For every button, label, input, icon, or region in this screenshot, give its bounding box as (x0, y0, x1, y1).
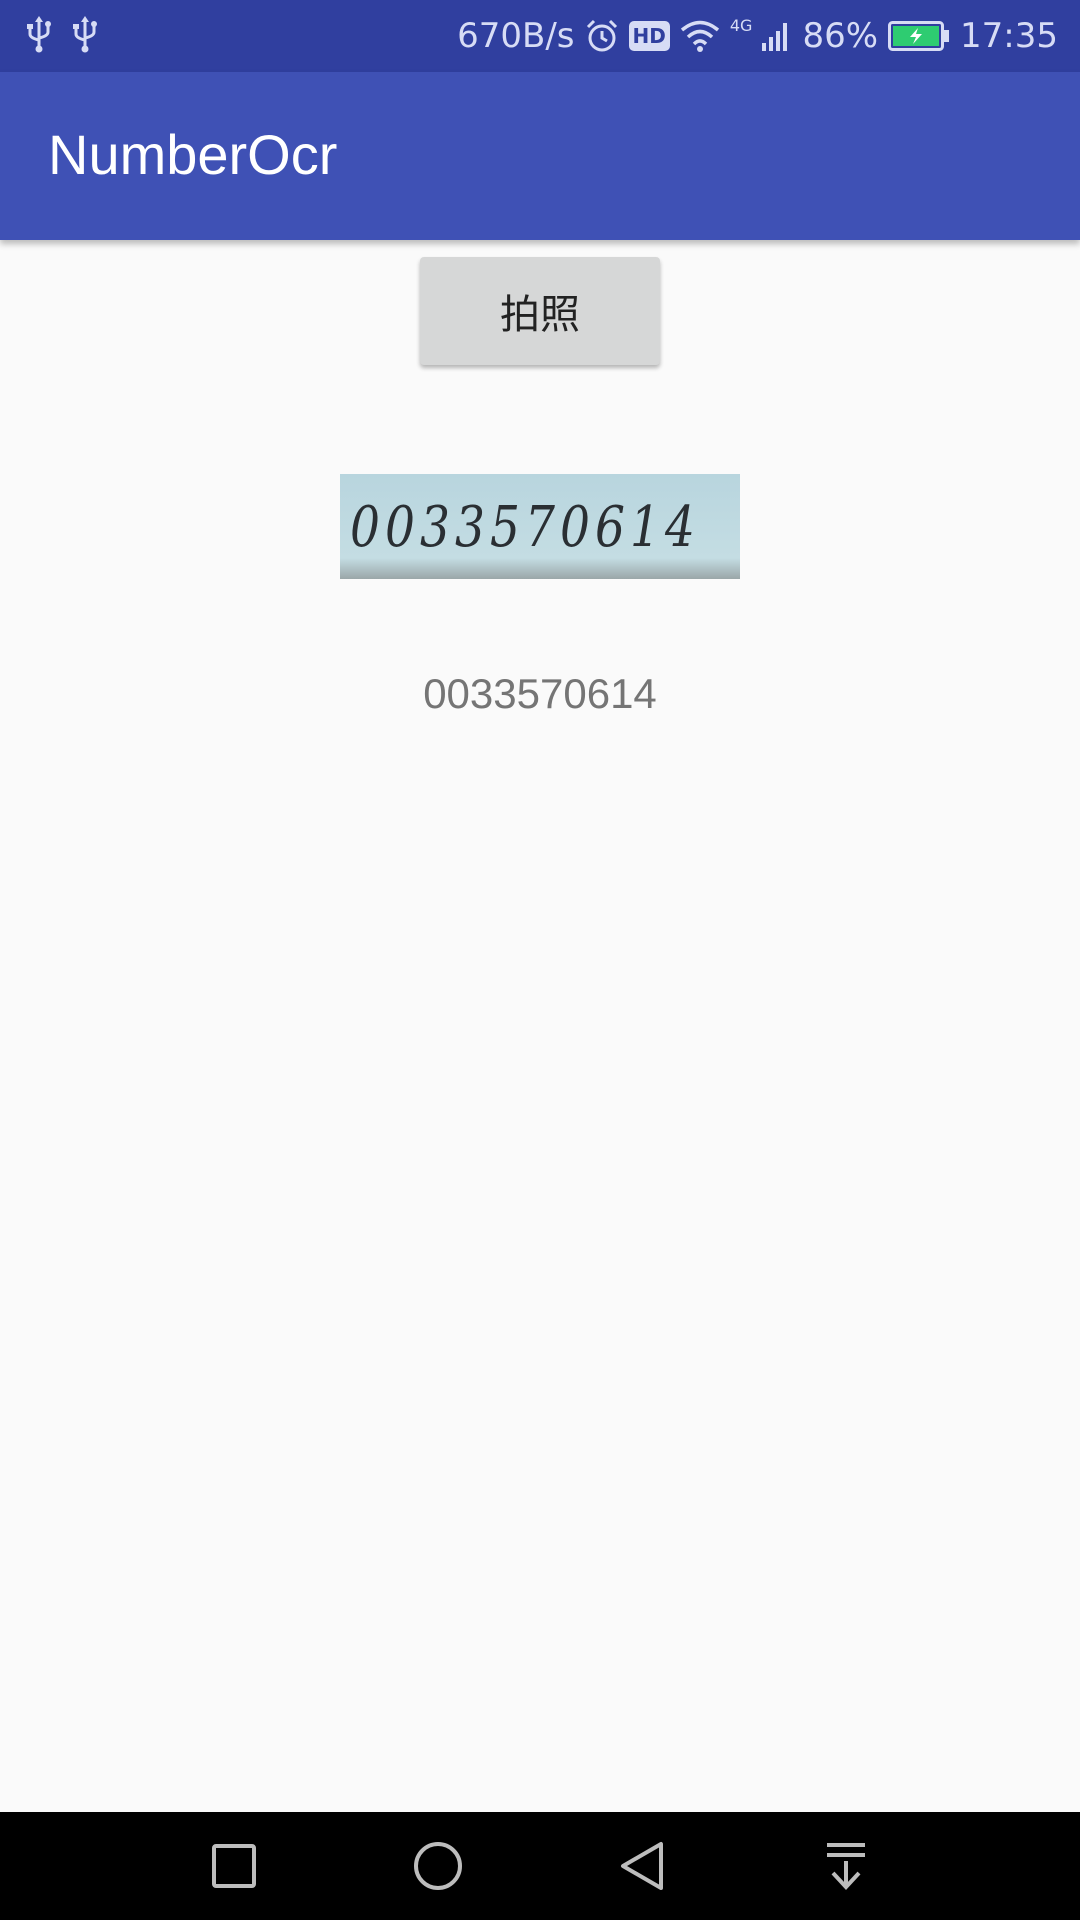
app-bar: NumberOcr (0, 72, 1080, 240)
alarm-icon (586, 19, 617, 52)
cell-signal-icon (762, 23, 788, 51)
captured-digits-image: 0033570614 (340, 474, 740, 579)
navigation-bar (0, 1812, 1080, 1920)
hd-icon: HD (628, 21, 670, 51)
back-icon (621, 1842, 663, 1890)
home-button[interactable] (410, 1838, 466, 1894)
status-system-indicators: 670B/s HD 4G 86% 17:35 (457, 0, 1058, 72)
home-icon (414, 1842, 462, 1890)
recents-icon (212, 1844, 256, 1888)
ocr-result-text: 0033570614 (423, 670, 657, 717)
captured-image-digits: 0033570614 (350, 495, 700, 560)
network-speed: 670B/s (457, 16, 575, 56)
usb-icon (73, 16, 97, 53)
recents-button[interactable] (206, 1838, 262, 1894)
notification-pull-button[interactable] (818, 1838, 874, 1894)
app-title: NumberOcr (48, 123, 338, 186)
battery-percent: 86% (802, 16, 879, 56)
status-notifications (26, 16, 98, 54)
status-bar: 670B/s HD 4G 86% 17:35 (0, 0, 1080, 72)
back-button[interactable] (614, 1838, 670, 1894)
battery-charging-icon (888, 21, 950, 51)
notification-pull-icon (827, 1843, 865, 1890)
wifi-icon (680, 20, 719, 52)
usb-icon (27, 16, 51, 53)
signal-type: 4G (729, 16, 753, 35)
clock: 17:35 (960, 16, 1058, 56)
take-photo-button[interactable]: 拍照 (420, 257, 660, 365)
